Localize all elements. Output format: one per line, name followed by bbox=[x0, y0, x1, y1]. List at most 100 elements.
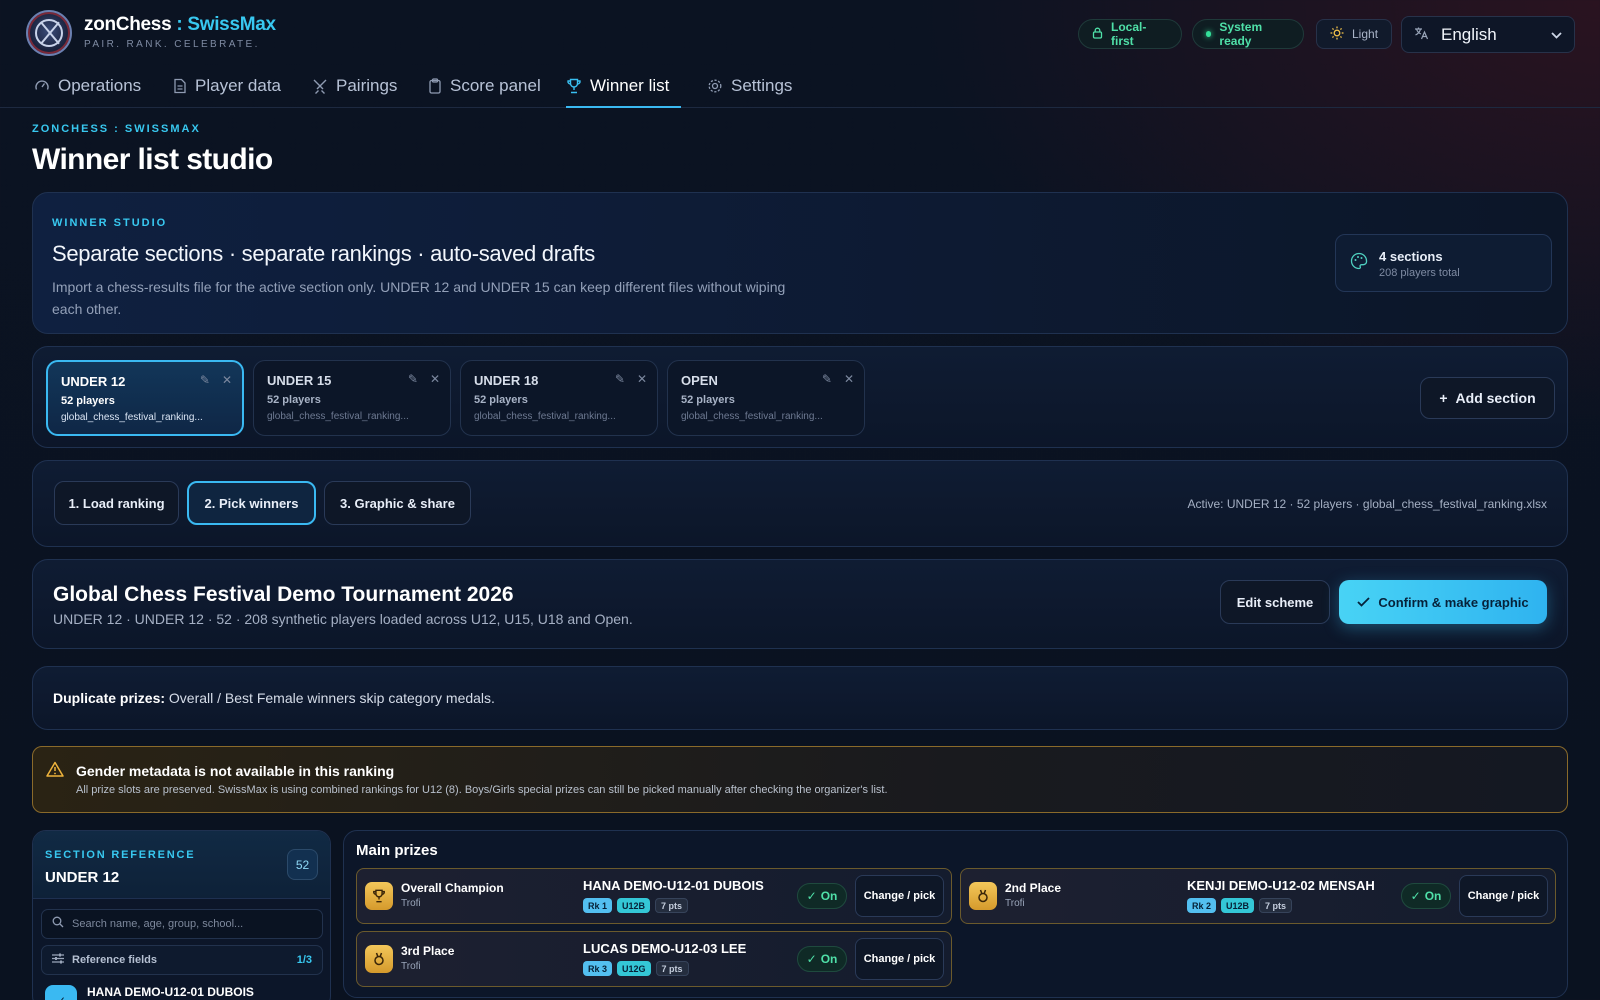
prize-winner-name: KENJI DEMO-U12-02 MENSAH bbox=[1187, 878, 1375, 893]
clipboard-icon bbox=[428, 78, 442, 98]
prize-on-toggle[interactable]: ✓ On bbox=[797, 883, 847, 909]
section-file: global_chess_festival_ranking... bbox=[474, 411, 616, 422]
prize-type: Trofi bbox=[401, 898, 421, 909]
section-tab-under-12[interactable]: UNDER 12 52 players global_chess_festiva… bbox=[46, 360, 244, 436]
brand-title: zonChess : SwissMax bbox=[84, 14, 276, 35]
tab-operations[interactable]: Operations bbox=[34, 76, 141, 108]
confirm-label: Confirm & make graphic bbox=[1378, 594, 1529, 610]
change-pick-button[interactable]: Change / pick bbox=[1459, 875, 1548, 917]
sun-icon bbox=[1330, 26, 1344, 43]
group-badge: U12B bbox=[617, 898, 651, 913]
theme-label: Light bbox=[1352, 27, 1379, 41]
step-pick-winners[interactable]: 2. Pick winners bbox=[187, 481, 316, 525]
prize-on-toggle[interactable]: ✓ On bbox=[1401, 883, 1451, 909]
warning-text: All prize slots are preserved. SwissMax … bbox=[76, 784, 888, 796]
pencil-icon[interactable]: ✎ bbox=[615, 372, 625, 386]
prize-title: 2nd Place bbox=[1005, 881, 1062, 895]
search-input[interactable] bbox=[72, 918, 302, 930]
main-nav: Operations Player data Pairings Score pa… bbox=[0, 66, 1600, 108]
document-icon bbox=[173, 78, 187, 98]
medal-icon bbox=[365, 945, 393, 973]
points-badge: 7 pts bbox=[655, 898, 689, 913]
tab-score-panel[interactable]: Score panel bbox=[428, 76, 541, 108]
palette-icon bbox=[1350, 252, 1368, 275]
check-icon: ✓ bbox=[806, 889, 817, 903]
players-total: 208 players total bbox=[1379, 267, 1460, 279]
system-ready-badge: System ready bbox=[1192, 19, 1304, 49]
rank-badge: Rk 1 bbox=[583, 898, 613, 913]
workflow-steps-card: 1. Load ranking 2. Pick winners 3. Graph… bbox=[32, 460, 1568, 547]
close-icon[interactable]: ✕ bbox=[430, 372, 440, 386]
close-icon[interactable]: ✕ bbox=[637, 372, 647, 386]
pencil-icon[interactable]: ✎ bbox=[822, 372, 832, 386]
tab-player-data[interactable]: Player data bbox=[173, 76, 281, 108]
close-icon[interactable]: ✕ bbox=[844, 372, 854, 386]
prize-winner-name: HANA DEMO-U12-01 DUBOIS bbox=[583, 878, 764, 893]
tab-pairings[interactable]: Pairings bbox=[312, 76, 397, 108]
section-tab-open[interactable]: OPEN 52 players global_chess_festival_ra… bbox=[667, 360, 865, 436]
gender-warning-banner: Gender metadata is not available in this… bbox=[32, 746, 1568, 813]
reference-count-badge: 52 bbox=[287, 849, 318, 880]
tournament-subtitle: UNDER 12 · UNDER 12 · 52 · 208 synthetic… bbox=[53, 611, 633, 627]
top-bar: zonChess : SwissMax PAIR. RANK. CELEBRAT… bbox=[0, 0, 1600, 66]
step-load-ranking[interactable]: 1. Load ranking bbox=[54, 481, 179, 525]
language-label: English bbox=[1441, 24, 1497, 44]
section-reference-panel: SECTION REFERENCE UNDER 12 52 Reference … bbox=[32, 830, 331, 1000]
tab-label: Operations bbox=[58, 76, 142, 95]
confirm-make-graphic-button[interactable]: Confirm & make graphic bbox=[1339, 580, 1547, 624]
studio-kicker: WINNER STUDIO bbox=[52, 217, 168, 229]
add-section-label: Add section bbox=[1455, 390, 1536, 406]
plus-icon: + bbox=[1439, 390, 1448, 406]
warning-title: Gender metadata is not available in this… bbox=[76, 763, 395, 779]
section-players: 52 players bbox=[474, 394, 528, 406]
prize-winner-name: LUCAS DEMO-U12-03 LEE bbox=[583, 941, 747, 956]
points-badge: 7 pts bbox=[655, 961, 689, 976]
reference-player-name: HANA DEMO-U12-01 DUBOIS bbox=[87, 985, 254, 999]
section-file: global_chess_festival_ranking... bbox=[681, 411, 823, 422]
avatar: ✓ bbox=[45, 985, 77, 1000]
group-badge: U12B bbox=[1221, 898, 1255, 913]
tab-winner-list[interactable]: Winner list bbox=[566, 76, 681, 108]
section-file: global_chess_festival_ranking... bbox=[61, 412, 203, 423]
main-prizes-title: Main prizes bbox=[356, 842, 438, 859]
section-tab-under-18[interactable]: UNDER 18 52 players global_chess_festiva… bbox=[460, 360, 658, 436]
edit-scheme-button[interactable]: Edit scheme bbox=[1220, 580, 1330, 624]
active-section-info: Active: UNDER 12 · 52 players · global_c… bbox=[1187, 497, 1548, 511]
check-icon: ✓ bbox=[1410, 889, 1421, 903]
rank-badge: Rk 2 bbox=[1187, 898, 1217, 913]
section-players: 52 players bbox=[267, 394, 321, 406]
reference-fields-toggle[interactable]: Reference fields 1/3 bbox=[41, 945, 323, 975]
language-select[interactable]: English bbox=[1401, 16, 1575, 53]
add-section-button[interactable]: + Add section bbox=[1420, 377, 1555, 419]
prize-title: Overall Champion bbox=[401, 881, 504, 895]
section-players: 52 players bbox=[681, 394, 735, 406]
reference-fields-label: Reference fields bbox=[72, 954, 157, 966]
lock-icon bbox=[1092, 27, 1103, 42]
change-pick-button[interactable]: Change / pick bbox=[855, 938, 944, 980]
tournament-card: Global Chess Festival Demo Tournament 20… bbox=[32, 559, 1568, 649]
duplicate-prizes-note: Duplicate prizes: Overall / Best Female … bbox=[53, 690, 495, 706]
section-players: 52 players bbox=[61, 395, 115, 407]
sections-count: 4 sections bbox=[1379, 249, 1443, 264]
brand: zonChess : SwissMax PAIR. RANK. CELEBRAT… bbox=[84, 14, 276, 50]
reference-player-row[interactable]: ✓ HANA DEMO-U12-01 DUBOIS bbox=[45, 985, 254, 1000]
system-ready-label: System ready bbox=[1219, 20, 1263, 48]
theme-toggle[interactable]: Light bbox=[1316, 19, 1392, 49]
group-badge: U12G bbox=[617, 961, 651, 976]
trophy-icon bbox=[566, 78, 582, 98]
section-tab-under-15[interactable]: UNDER 15 52 players global_chess_festiva… bbox=[253, 360, 451, 436]
change-pick-button[interactable]: Change / pick bbox=[855, 875, 944, 917]
studio-heading: Separate sections · separate rankings · … bbox=[52, 241, 595, 266]
prize-card-2nd-place: 2nd Place Trofi KENJI DEMO-U12-02 MENSAH… bbox=[960, 868, 1556, 924]
section-file: global_chess_festival_ranking... bbox=[267, 411, 409, 422]
pencil-icon[interactable]: ✎ bbox=[408, 372, 418, 386]
pencil-icon[interactable]: ✎ bbox=[200, 373, 210, 387]
step-graphic-share[interactable]: 3. Graphic & share bbox=[324, 481, 471, 525]
chevron-down-icon bbox=[1551, 28, 1562, 42]
status-dot-icon bbox=[1206, 31, 1212, 37]
reference-section-name: UNDER 12 bbox=[45, 869, 120, 886]
brand-tagline: PAIR. RANK. CELEBRATE. bbox=[84, 39, 260, 50]
prize-on-toggle[interactable]: ✓ On bbox=[797, 946, 847, 972]
tab-settings[interactable]: Settings bbox=[707, 76, 792, 108]
close-icon[interactable]: ✕ bbox=[222, 373, 232, 387]
